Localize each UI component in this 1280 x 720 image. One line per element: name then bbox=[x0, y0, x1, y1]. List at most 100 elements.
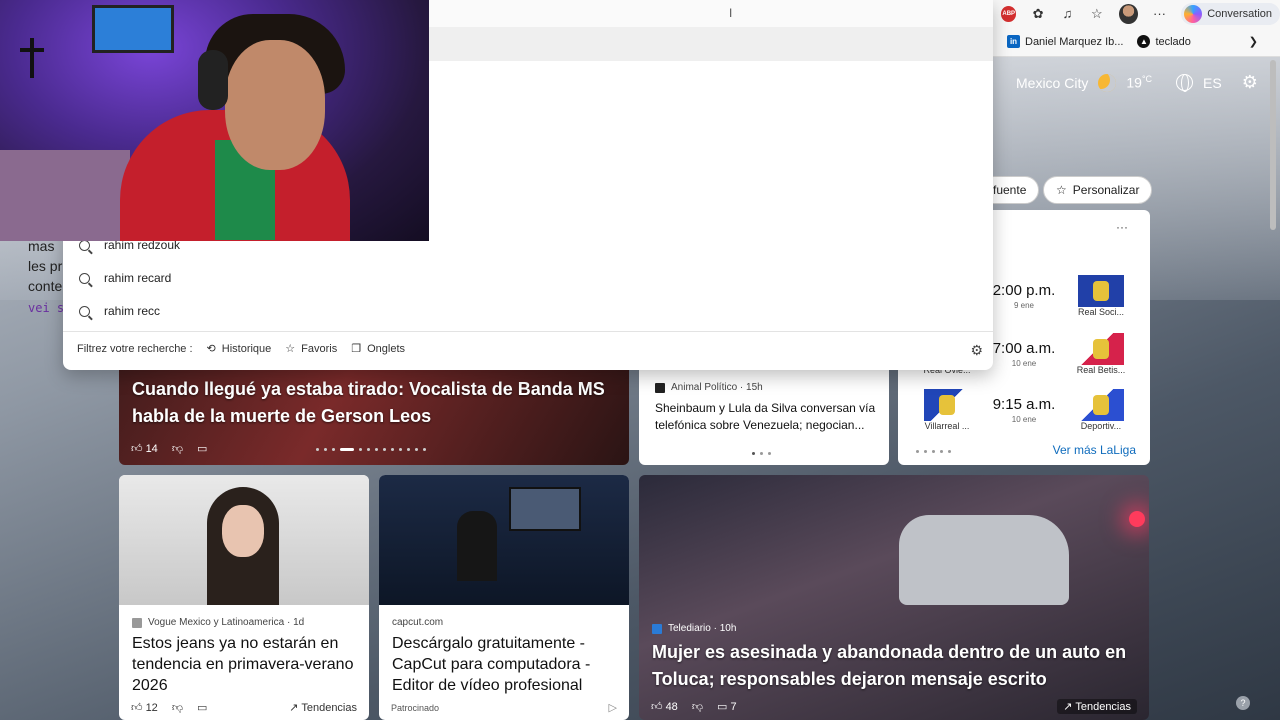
bookmarks-overflow-chevron-icon[interactable]: ❯ bbox=[1249, 35, 1258, 48]
webcam-overlay bbox=[0, 0, 429, 241]
article-image bbox=[119, 475, 369, 605]
face-graphic bbox=[225, 40, 325, 170]
news-source: Vogue Mexico y Latinoamerica · 1d bbox=[132, 617, 304, 628]
weather-city[interactable]: Mexico City bbox=[1016, 75, 1088, 91]
headphones-graphic bbox=[198, 50, 228, 110]
comment-count: 7 bbox=[730, 701, 737, 713]
search-icon bbox=[79, 272, 90, 284]
moon-icon bbox=[1098, 73, 1117, 92]
tabs-icon: ❐ bbox=[351, 343, 362, 355]
source-chip-label: fuente bbox=[993, 183, 1027, 197]
media-icon[interactable]: ♫ bbox=[1060, 6, 1075, 22]
linkedin-icon: in bbox=[1007, 35, 1020, 48]
text-cursor-icon: I bbox=[729, 6, 733, 20]
model-face bbox=[222, 505, 264, 557]
adblock-icon[interactable]: ABP bbox=[1001, 5, 1017, 22]
like-button[interactable]: 👍︎ 48 bbox=[651, 700, 678, 713]
highlighted-suggestion-row[interactable] bbox=[429, 27, 993, 61]
favorites-star-icon[interactable]: ☆ bbox=[1089, 6, 1104, 22]
search-suggestion[interactable]: rahim recard bbox=[79, 271, 171, 285]
temp-unit: °C bbox=[1141, 74, 1153, 85]
extensions-icon[interactable]: ✿ bbox=[1030, 6, 1045, 22]
personalize-chip[interactable]: ☆ Personalizar bbox=[1043, 176, 1153, 204]
copilot-label: Conversation bbox=[1207, 7, 1273, 20]
search-icon bbox=[79, 239, 90, 251]
search-settings-gear-icon[interactable]: ⚙ bbox=[970, 342, 983, 359]
ad-title[interactable]: Descárgalo gratuitamente - CapCut para c… bbox=[392, 633, 617, 696]
news-card-vogue[interactable]: Vogue Mexico y Latinoamerica · 1d Estos … bbox=[119, 475, 369, 720]
news-title[interactable]: Estos jeans ya no estarán en tendencia e… bbox=[132, 633, 357, 696]
see-more-laliga-link[interactable]: Ver más LaLiga bbox=[1053, 443, 1136, 457]
bookmark-teclado[interactable]: ▲ teclado bbox=[1137, 35, 1191, 48]
personalize-chip-label: Personalizar bbox=[1072, 183, 1140, 197]
globe-icon[interactable] bbox=[1176, 74, 1194, 92]
carousel-dots[interactable] bbox=[316, 448, 426, 451]
news-source: capcut.com bbox=[392, 617, 443, 628]
bookmark-linkedin[interactable]: in Daniel Marquez Ib... bbox=[1007, 35, 1123, 48]
match-row[interactable]: Villarreal ... 9:15 a.m. 10 ene Deportiv.… bbox=[912, 388, 1136, 432]
copilot-button[interactable]: Conversation bbox=[1181, 2, 1280, 25]
profile-avatar[interactable] bbox=[1118, 3, 1138, 24]
dislike-icon[interactable]: 👎︎ bbox=[172, 701, 183, 714]
address-input-area[interactable] bbox=[429, 0, 993, 27]
language-label[interactable]: ES bbox=[1203, 75, 1222, 91]
away-team: Real Soci... bbox=[1066, 275, 1136, 317]
source-label: Animal Político · 15h bbox=[671, 382, 763, 393]
comment-button[interactable]: ▭ 7 bbox=[717, 700, 737, 713]
crucifix-graphic bbox=[20, 38, 44, 78]
suggestion-text: rahim recc bbox=[104, 304, 161, 318]
gear-icon[interactable]: ⚙ bbox=[1242, 72, 1258, 93]
ad-card-capcut[interactable]: capcut.com Descárgalo gratuitamente - Ca… bbox=[379, 475, 629, 720]
comment-icon[interactable]: ▭ bbox=[197, 701, 207, 714]
bookmarks-bar: in Daniel Marquez Ib... ▲ teclado ❯ bbox=[993, 27, 1280, 57]
dislike-icon[interactable]: 👎︎ bbox=[692, 700, 703, 713]
team-name: Deportiv... bbox=[1080, 421, 1122, 431]
police-light-graphic bbox=[1129, 511, 1145, 527]
bookmark-label: teclado bbox=[1155, 35, 1191, 48]
filter-favorites[interactable]: ☆ Favoris bbox=[285, 342, 337, 356]
bed-graphic bbox=[0, 150, 130, 241]
team-name: Villarreal ... bbox=[924, 421, 970, 431]
more-menu-icon[interactable]: ··· bbox=[1152, 6, 1167, 22]
team-name: Real Soci... bbox=[1077, 307, 1124, 317]
match-time: 2:00 p.m. 9 ene bbox=[992, 282, 1056, 310]
trending-label: ↗ Tendencias bbox=[1057, 699, 1137, 714]
team-crest-icon bbox=[1077, 275, 1124, 307]
like-button[interactable]: 👍︎ 12 bbox=[131, 701, 158, 714]
home-team: Villarreal ... bbox=[912, 389, 982, 431]
dislike-icon[interactable]: 👎︎ bbox=[172, 442, 183, 455]
sponsored-label: Patrocinado bbox=[391, 702, 440, 713]
trending-label: ↗ Tendencias bbox=[289, 702, 357, 714]
carousel-dots[interactable] bbox=[752, 452, 771, 455]
person-graphic bbox=[457, 511, 497, 581]
help-icon[interactable]: ? bbox=[1236, 696, 1250, 710]
news-source: Animal Político · 15h bbox=[655, 382, 763, 393]
search-suggestion[interactable]: rahim recc bbox=[79, 304, 160, 318]
hero-title[interactable]: Cuando llegué ya estaba tirado: Vocalist… bbox=[132, 376, 612, 430]
search-icon bbox=[79, 305, 90, 317]
team-name: Real Betis... bbox=[1076, 365, 1126, 375]
news-title[interactable]: Sheinbaum y Lula da Silva conversan vía … bbox=[655, 400, 877, 434]
source-logo-icon bbox=[132, 617, 142, 628]
match-time: 7:00 a.m. 10 ene bbox=[992, 340, 1056, 368]
weather-temp[interactable]: 19°C bbox=[1126, 74, 1152, 91]
like-button[interactable]: 👍︎ 14 bbox=[131, 442, 158, 455]
away-team: Deportiv... bbox=[1066, 389, 1136, 431]
more-options-icon[interactable]: ··· bbox=[1116, 220, 1128, 234]
suggestion-text: rahim recard bbox=[104, 271, 172, 285]
news-card-telediario[interactable]: Telediario · 10h Mujer es asesinada y ab… bbox=[639, 475, 1149, 720]
comment-icon[interactable]: ▭ bbox=[197, 442, 207, 455]
carousel-dots[interactable] bbox=[916, 450, 951, 453]
monitor-graphic bbox=[509, 487, 581, 531]
filter-history[interactable]: ⟲ Historique bbox=[207, 342, 272, 356]
news-title[interactable]: Mujer es asesinada y abandonada dentro d… bbox=[652, 639, 1142, 693]
page-scrollbar[interactable] bbox=[1270, 60, 1276, 230]
bookmark-label: Daniel Marquez Ib... bbox=[1025, 35, 1124, 48]
search-filter-bar: Filtrez votre recherche : ⟲ Historique ☆ F… bbox=[77, 342, 405, 356]
filter-tabs[interactable]: ❐ Onglets bbox=[351, 342, 405, 356]
browser-toolbar: ABP ✿ ♫ ☆ ··· Conversation bbox=[993, 0, 1280, 27]
play-icon[interactable]: ▷ bbox=[609, 701, 617, 714]
like-count: 48 bbox=[665, 701, 678, 713]
article-image bbox=[379, 475, 629, 605]
news-source: Telediario · 10h bbox=[652, 623, 736, 634]
